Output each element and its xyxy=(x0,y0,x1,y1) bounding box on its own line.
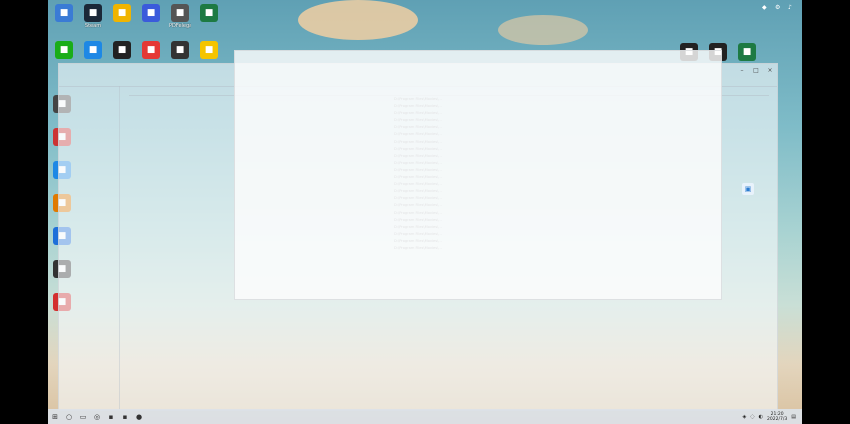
excel-icon: ■ xyxy=(200,4,218,22)
start-icon[interactable]: ⊞ xyxy=(48,411,62,422)
cube-icon[interactable]: ◆ xyxy=(762,4,770,12)
monitor-icon: ■ xyxy=(55,4,73,22)
steam-icon: ■ xyxy=(84,4,102,22)
bell-icon[interactable]: ♪ xyxy=(788,4,796,12)
close-icon[interactable]: × xyxy=(763,67,777,74)
sidebar-item[interactable] xyxy=(59,140,119,149)
sidebar-item[interactable] xyxy=(59,176,119,185)
sidebar-item[interactable] xyxy=(59,149,119,158)
widget-icon[interactable]: ▣ xyxy=(742,183,754,195)
sidebar-item[interactable] xyxy=(59,158,119,167)
sidebar-item[interactable] xyxy=(59,131,119,140)
wallpaper-cloud xyxy=(498,15,588,45)
panda-icon: ■ xyxy=(113,41,131,59)
app-icon[interactable]: ● xyxy=(132,411,146,422)
desktop-icon[interactable]: ■ xyxy=(198,4,220,23)
volume-icon[interactable]: ◐ xyxy=(759,414,763,420)
excel-icon: ■ xyxy=(738,43,756,61)
sidebar-item[interactable] xyxy=(59,113,119,122)
desktop-icon[interactable]: ■ Steam xyxy=(82,4,104,29)
gear-icon[interactable]: ⚙ xyxy=(775,4,783,12)
desktop-icon[interactable]: ■ xyxy=(111,41,133,60)
desktop-icon[interactable]: ■ xyxy=(140,4,162,23)
browser-icon[interactable]: ◎ xyxy=(90,411,104,422)
desktop-icon[interactable]: ■ xyxy=(111,4,133,23)
taskbar: ⊞ ○ ▭ ◎ ▪ ▪ ● ◈ ◌ ◐ 21:20 2022/7/3 ▤ xyxy=(48,409,802,424)
desktop-icon[interactable]: ■ xyxy=(82,41,104,60)
overlay-title xyxy=(235,51,721,61)
desktop-icon[interactable]: ■ xyxy=(140,41,162,60)
sidebar xyxy=(59,86,120,410)
notification-icon[interactable]: ▤ xyxy=(791,414,796,420)
clock-date: 2022/7/3 xyxy=(767,416,788,422)
app-icon[interactable]: ▪ xyxy=(104,411,118,422)
desktop-icon[interactable]: ■ xyxy=(169,41,191,60)
search-icon[interactable]: ○ xyxy=(62,411,76,422)
pdf-app-icon: ■ xyxy=(171,4,189,22)
sidebar-item[interactable] xyxy=(59,104,119,113)
sidebar-item[interactable] xyxy=(59,122,119,131)
desktop-icon[interactable]: ■ xyxy=(198,41,220,60)
network-icon[interactable]: ◌ xyxy=(750,414,754,420)
wallpaper-cloud xyxy=(298,0,418,40)
system-corner-icons: ◆ ⚙ ♪ xyxy=(762,4,796,12)
window-controls: – □ × xyxy=(735,67,777,74)
record-icon: ■ xyxy=(142,41,160,59)
desktop-icon-label: PDFelegant xyxy=(169,23,191,29)
sidebar-item[interactable] xyxy=(59,185,119,194)
search-app-icon: ■ xyxy=(200,41,218,59)
desktop-icon[interactable]: ■ xyxy=(736,43,758,62)
desktop-icon[interactable]: ■PDFelegant xyxy=(169,4,191,29)
desktop-icon-label: Steam xyxy=(84,23,102,29)
overlay-window[interactable] xyxy=(234,50,722,300)
folder-icon[interactable]: ▭ xyxy=(76,411,90,422)
clock[interactable]: 21:20 2022/7/3 xyxy=(767,412,787,422)
sidebar-item[interactable] xyxy=(59,86,119,95)
desktop-icon[interactable]: ■ xyxy=(53,4,75,23)
shield-icon[interactable]: ◈ xyxy=(742,414,746,420)
sidebar-item[interactable] xyxy=(59,95,119,104)
sidebar-item[interactable] xyxy=(59,167,119,176)
app-icon: ■ xyxy=(171,41,189,59)
chat-icon: ■ xyxy=(55,41,73,59)
video-app-icon: ■ xyxy=(142,4,160,22)
maximize-icon[interactable]: □ xyxy=(749,67,763,74)
desktop: ■■Steam■■■PDFelegant■ ■■■■■■ ■■■■■■■ ■■■… xyxy=(48,0,802,424)
system-tray: ◈ ◌ ◐ 21:20 2022/7/3 ▤ xyxy=(742,412,802,422)
browser-icon: ■ xyxy=(84,41,102,59)
media-icon: ■ xyxy=(113,4,131,22)
app-icon[interactable]: ▪ xyxy=(118,411,132,422)
minimize-icon[interactable]: – xyxy=(735,67,749,74)
desktop-icon[interactable]: ■ xyxy=(53,41,75,60)
